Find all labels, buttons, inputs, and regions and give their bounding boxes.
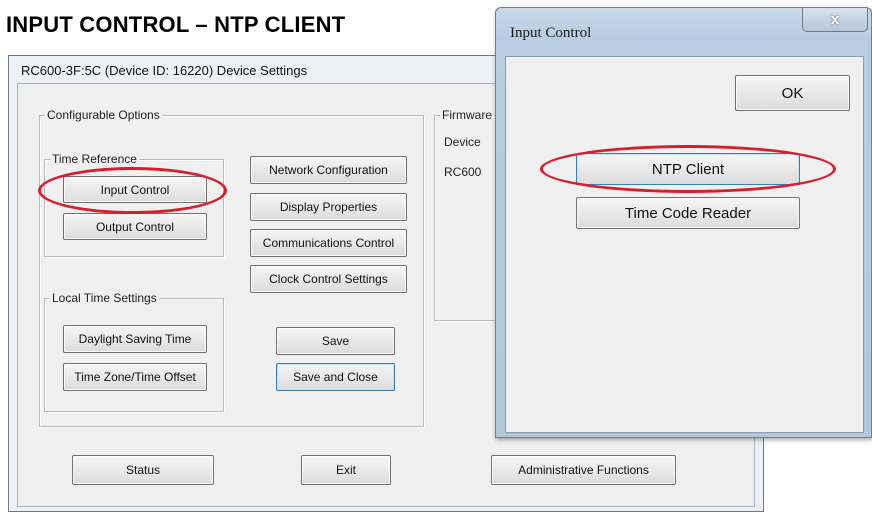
input-control-body: OK NTP Client Time Code Reader bbox=[505, 56, 864, 433]
firmware-legend: Firmware bbox=[440, 108, 494, 123]
exit-button[interactable]: Exit bbox=[301, 455, 391, 485]
close-icon[interactable]: x bbox=[802, 8, 868, 32]
time-reference-group: Time Reference bbox=[44, 152, 224, 257]
device-label: Device bbox=[444, 135, 481, 149]
ok-button[interactable]: OK bbox=[735, 75, 850, 111]
local-time-settings-group: Local Time Settings bbox=[44, 291, 224, 412]
status-button[interactable]: Status bbox=[72, 455, 214, 485]
local-time-settings-legend: Local Time Settings bbox=[50, 291, 159, 306]
save-button[interactable]: Save bbox=[276, 327, 395, 355]
communications-control-button[interactable]: Communications Control bbox=[250, 229, 407, 257]
time-code-reader-button[interactable]: Time Code Reader bbox=[576, 197, 800, 229]
window-title: RC600-3F:5C (Device ID: 16220) Device Se… bbox=[21, 63, 308, 78]
input-control-title: Input Control bbox=[510, 25, 592, 41]
clock-control-settings-button[interactable]: Clock Control Settings bbox=[250, 265, 407, 293]
input-control-window: Input Control x OK NTP Client Time Code … bbox=[495, 7, 872, 438]
device-value: RC600 bbox=[444, 165, 482, 179]
time-zone-offset-button[interactable]: Time Zone/Time Offset bbox=[63, 363, 207, 391]
display-properties-button[interactable]: Display Properties bbox=[250, 193, 407, 221]
ntp-client-button[interactable]: NTP Client bbox=[576, 153, 800, 185]
time-reference-legend: Time Reference bbox=[50, 152, 139, 167]
network-configuration-button[interactable]: Network Configuration bbox=[250, 156, 407, 184]
page-heading: INPUT CONTROL – NTP CLIENT bbox=[6, 12, 346, 37]
output-control-button[interactable]: Output Control bbox=[63, 213, 207, 240]
input-control-button[interactable]: Input Control bbox=[63, 176, 207, 203]
administrative-functions-button[interactable]: Administrative Functions bbox=[491, 455, 676, 485]
daylight-saving-time-button[interactable]: Daylight Saving Time bbox=[63, 325, 207, 353]
configurable-options-legend: Configurable Options bbox=[45, 108, 162, 123]
save-and-close-button[interactable]: Save and Close bbox=[276, 363, 395, 391]
